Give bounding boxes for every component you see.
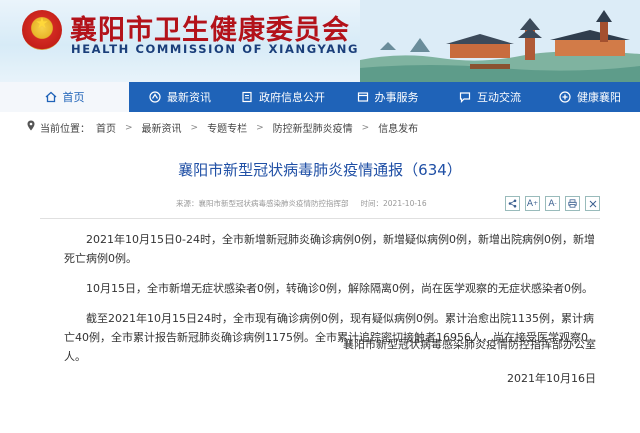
service-icon: [357, 92, 368, 102]
nav-gov-info[interactable]: 政府信息公开: [231, 82, 335, 112]
article-paragraph: 10月15日，全市新增无症状感染者0例，转确诊0例，解除隔离0例，尚在医学观察的…: [86, 282, 593, 295]
nav-health[interactable]: 健康襄阳: [540, 82, 640, 112]
document-icon: [242, 91, 252, 103]
breadcrumb-topics[interactable]: 专题专栏: [207, 120, 247, 135]
location-pin-icon: [27, 120, 35, 131]
print-icon[interactable]: [565, 196, 580, 211]
nav-gov-info-label: 政府信息公开: [259, 91, 325, 104]
news-icon: [149, 91, 161, 103]
nav-interaction-label: 互动交流: [477, 91, 521, 104]
breadcrumb: 当前位置： 首页 > 最新资讯 > 专题专栏 > 防控新型肺炎疫情 > 信息发布: [0, 116, 640, 138]
font-larger-button[interactable]: A +: [525, 196, 540, 211]
nav-home-label: 首页: [62, 91, 85, 104]
chevron-right-icon: >: [361, 122, 370, 133]
breadcrumb-news[interactable]: 最新资讯: [142, 120, 182, 135]
main-nav: 首页 最新资讯 政府信息公开 办事服务 互动交流 健康襄阳: [0, 82, 640, 112]
nav-news[interactable]: 最新资讯: [129, 82, 231, 112]
chevron-right-icon: >: [190, 122, 199, 133]
close-icon[interactable]: [585, 196, 600, 211]
article-date: 2021年10月16日: [507, 372, 596, 385]
site-subtitle: HEALTH COMMISSION OF XIANGYANG: [71, 42, 360, 56]
breadcrumb-covid[interactable]: 防控新型肺炎疫情: [273, 120, 353, 135]
header-banner: ★ 襄阳市卫生健康委员会 HEALTH COMMISSION OF XIANGY…: [0, 0, 640, 82]
divider: [40, 218, 600, 219]
article-date-label: 时间：2021-10-16: [360, 199, 427, 208]
breadcrumb-home[interactable]: 首页: [96, 120, 116, 135]
breadcrumb-release[interactable]: 信息发布: [378, 120, 418, 135]
article-body: 2021年10月15日0-24时，全市新增新冠肺炎确诊病例0例，新增疑似病例0例…: [64, 230, 604, 377]
article-signature: 襄阳市新型冠状病毒感染肺炎疫情防控指挥部办公室: [343, 338, 596, 351]
breadcrumb-prefix: 当前位置：: [40, 124, 90, 135]
nav-health-label: 健康襄阳: [577, 91, 621, 104]
nav-home[interactable]: 首页: [0, 82, 129, 112]
share-icon[interactable]: [505, 196, 520, 211]
nav-services-label: 办事服务: [374, 91, 419, 104]
article-tools: A + A-: [505, 196, 605, 211]
font-smaller-button[interactable]: A-: [545, 196, 560, 211]
home-icon: [45, 91, 56, 103]
nav-interaction[interactable]: 互动交流: [440, 82, 540, 112]
nav-news-label: 最新资讯: [167, 91, 211, 104]
article-paragraph: 2021年10月15日0-24时，全市新增新冠肺炎确诊病例0例，新增疑似病例0例…: [64, 233, 595, 265]
health-icon: [559, 91, 571, 103]
article-meta: 来源：襄阳市新型冠状病毒感染肺炎疫情防控指挥部 时间：2021-10-16: [176, 198, 439, 209]
city-scenery-image: [360, 0, 640, 82]
article-source: 来源：襄阳市新型冠状病毒感染肺炎疫情防控指挥部: [176, 199, 349, 208]
chevron-right-icon: >: [125, 122, 133, 133]
chevron-right-icon: >: [256, 122, 264, 133]
national-emblem-icon: ★: [22, 10, 62, 50]
chat-icon: [459, 92, 471, 103]
nav-services[interactable]: 办事服务: [335, 82, 440, 112]
article-title: 襄阳市新型冠状病毒肺炎疫情通报（634）: [178, 161, 462, 179]
